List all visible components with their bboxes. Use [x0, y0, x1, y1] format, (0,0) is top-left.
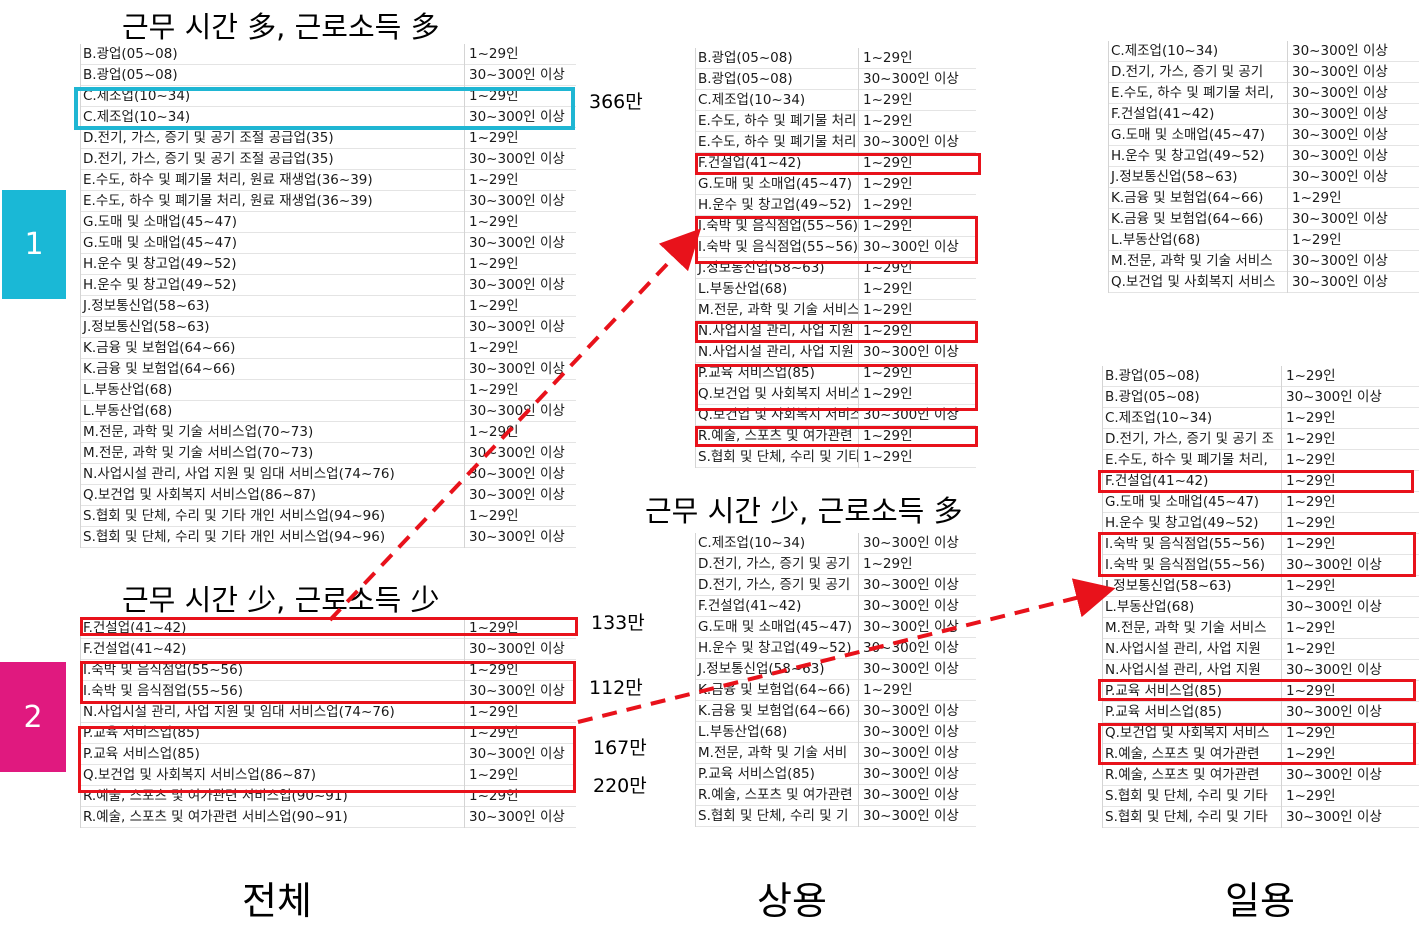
- arrow-total-to-daily: [577, 578, 1116, 724]
- label-total: 전체: [242, 879, 312, 923]
- label-regular: 상용: [757, 879, 827, 923]
- label-daily: 일용: [1225, 879, 1295, 923]
- dashed-arrows: [328, 228, 1116, 724]
- arrow-total-to-regular: [328, 228, 702, 622]
